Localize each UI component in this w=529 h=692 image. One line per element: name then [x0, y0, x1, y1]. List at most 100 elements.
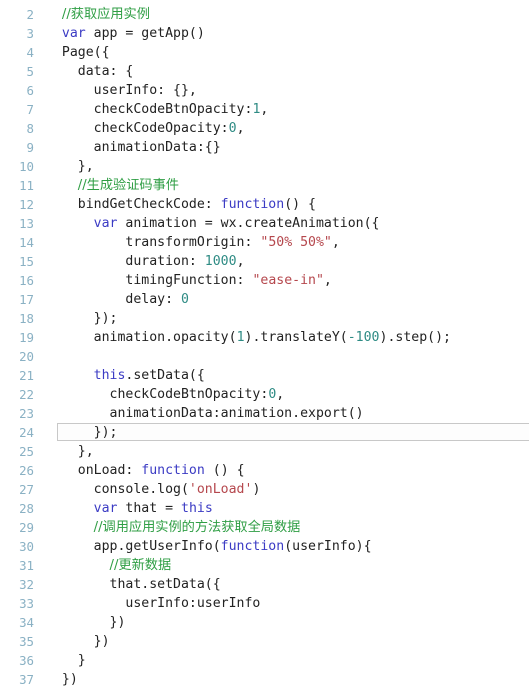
line-text[interactable]: timingFunction: "ease-in", — [46, 271, 331, 290]
code-line[interactable]: 18 }); — [0, 309, 529, 328]
code-line[interactable]: 33 userInfo:userInfo — [0, 594, 529, 613]
code-line[interactable]: 25 }, — [0, 442, 529, 461]
line-text[interactable]: }); — [46, 309, 118, 328]
code-line[interactable]: 21 this.setData({ — [0, 366, 529, 385]
code-scroll-container[interactable]: 12 //获取应用实例3 var app = getApp()4 Page({5… — [0, 0, 529, 689]
line-number: 21 — [19, 368, 34, 383]
line-text[interactable]: }); — [46, 423, 118, 442]
line-text[interactable]: checkCodeBtnOpacity:0, — [46, 385, 285, 404]
line-text[interactable]: var animation = wx.createAnimation({ — [46, 214, 380, 233]
line-number: 8 — [26, 121, 34, 136]
token-plain: animationData:{} — [46, 140, 221, 155]
line-number: 35 — [19, 634, 34, 649]
code-editor[interactable]: 12 //获取应用实例3 var app = getApp()4 Page({5… — [0, 0, 529, 692]
token-plain: ).step(); — [379, 330, 451, 345]
token-num: 0 — [228, 121, 237, 136]
line-number: 5 — [26, 64, 34, 79]
code-line[interactable]: 26 onLoad: function () { — [0, 461, 529, 480]
line-text[interactable]: checkCodeOpacity:0, — [46, 119, 245, 138]
code-line[interactable]: 34 }) — [0, 613, 529, 632]
line-number: 20 — [19, 349, 34, 364]
line-number: 28 — [19, 501, 34, 516]
line-text[interactable]: Page({ — [46, 43, 110, 62]
line-text[interactable]: //获取应用实例 — [46, 5, 150, 24]
token-plain: }) — [46, 615, 126, 630]
code-line[interactable]: 19 animation.opacity(1).translateY(-100)… — [0, 328, 529, 347]
line-text[interactable]: }, — [46, 442, 94, 461]
code-line[interactable]: 4 Page({ — [0, 43, 529, 62]
line-text[interactable]: console.log('onLoad') — [46, 480, 261, 499]
code-line[interactable]: 28 var that = this — [0, 499, 529, 518]
code-line[interactable]: 17 delay: 0 — [0, 290, 529, 309]
code-line[interactable]: 9 animationData:{} — [0, 138, 529, 157]
code-line[interactable]: 15 duration: 1000, — [0, 252, 529, 271]
code-line[interactable]: 29 //调用应用实例的方法获取全局数据 — [0, 518, 529, 537]
line-text[interactable]: //生成验证码事件 — [46, 176, 179, 195]
code-line[interactable]: 32 that.setData({ — [0, 575, 529, 594]
line-text[interactable]: userInfo:userInfo — [46, 594, 260, 613]
line-text[interactable]: }) — [46, 670, 78, 689]
token-plain: animation.opacity( — [46, 330, 237, 345]
token-plain: data: { — [46, 64, 134, 79]
code-line[interactable]: 20 — [0, 347, 529, 366]
line-text[interactable]: that.setData({ — [46, 575, 221, 594]
line-text[interactable]: animationData:animation.export() — [46, 404, 364, 423]
token-com: //更新数据 — [109, 558, 172, 573]
line-text[interactable]: app.getUserInfo(function(userInfo){ — [46, 537, 372, 556]
line-text[interactable]: } — [46, 651, 86, 670]
line-number: 12 — [19, 197, 34, 212]
line-text[interactable]: duration: 1000, — [46, 252, 244, 271]
line-text[interactable]: data: { — [46, 62, 134, 81]
code-line[interactable]: 35 }) — [0, 632, 529, 651]
line-text[interactable]: var app = getApp() — [46, 24, 205, 43]
line-text[interactable]: //更新数据 — [46, 556, 172, 575]
code-line[interactable]: 36 } — [0, 651, 529, 670]
code-line[interactable]: 13 var animation = wx.createAnimation({ — [0, 214, 529, 233]
code-line[interactable]: 16 timingFunction: "ease-in", — [0, 271, 529, 290]
line-text[interactable]: animationData:{} — [46, 138, 221, 157]
line-number: 11 — [19, 178, 34, 193]
code-line[interactable]: 23 animationData:animation.export() — [0, 404, 529, 423]
line-number: 29 — [19, 520, 34, 535]
line-text[interactable]: this.setData({ — [46, 366, 205, 385]
line-text[interactable]: animation.opacity(1).translateY(-100).st… — [46, 328, 451, 347]
line-text[interactable]: transformOrigin: "50% 50%", — [46, 233, 340, 252]
code-line[interactable]: 37 }) — [0, 670, 529, 689]
code-line[interactable]: 31 //更新数据 — [0, 556, 529, 575]
code-line[interactable]: 2 //获取应用实例 — [0, 5, 529, 24]
code-line[interactable]: 8 checkCodeOpacity:0, — [0, 119, 529, 138]
code-line[interactable]: 30 app.getUserInfo(function(userInfo){ — [0, 537, 529, 556]
code-line[interactable]: 10 }, — [0, 157, 529, 176]
token-plain: , — [331, 235, 340, 250]
code-line[interactable]: 12 bindGetCheckCode: function() { — [0, 195, 529, 214]
code-line[interactable]: 22 checkCodeBtnOpacity:0, — [0, 385, 529, 404]
line-number: 27 — [19, 482, 34, 497]
code-line[interactable]: 6 userInfo: {}, — [0, 81, 529, 100]
token-kw: var — [93, 501, 118, 516]
line-text[interactable]: userInfo: {}, — [46, 81, 197, 100]
line-text[interactable]: bindGetCheckCode: function() { — [46, 195, 316, 214]
code-line[interactable]: 7 checkCodeBtnOpacity:1, — [0, 100, 529, 119]
line-text[interactable]: }) — [46, 613, 126, 632]
line-text[interactable]: delay: 0 — [46, 290, 189, 309]
code-line[interactable]: 27 console.log('onLoad') — [0, 480, 529, 499]
code-line[interactable]: 14 transformOrigin: "50% 50%", — [0, 233, 529, 252]
line-text[interactable]: checkCodeBtnOpacity:1, — [46, 100, 269, 119]
code-line[interactable]: 5 data: { — [0, 62, 529, 81]
token-plain: checkCodeBtnOpacity: — [46, 102, 253, 117]
token-com: //调用应用实例的方法获取全局数据 — [93, 520, 301, 535]
code-line[interactable]: 11 //生成验证码事件 — [0, 176, 529, 195]
code-line[interactable]: 3 var app = getApp() — [0, 24, 529, 43]
code-line[interactable]: 24 }); — [0, 423, 529, 442]
line-text[interactable]: var that = this — [46, 499, 213, 518]
line-text[interactable]: }) — [46, 632, 110, 651]
line-text[interactable]: //调用应用实例的方法获取全局数据 — [46, 518, 301, 537]
token-plain: Page({ — [46, 45, 110, 60]
token-num: 1000 — [204, 254, 237, 269]
token-str: "ease-in" — [252, 273, 324, 288]
line-text[interactable]: onLoad: function () { — [46, 461, 245, 480]
line-text[interactable]: }, — [46, 157, 94, 176]
